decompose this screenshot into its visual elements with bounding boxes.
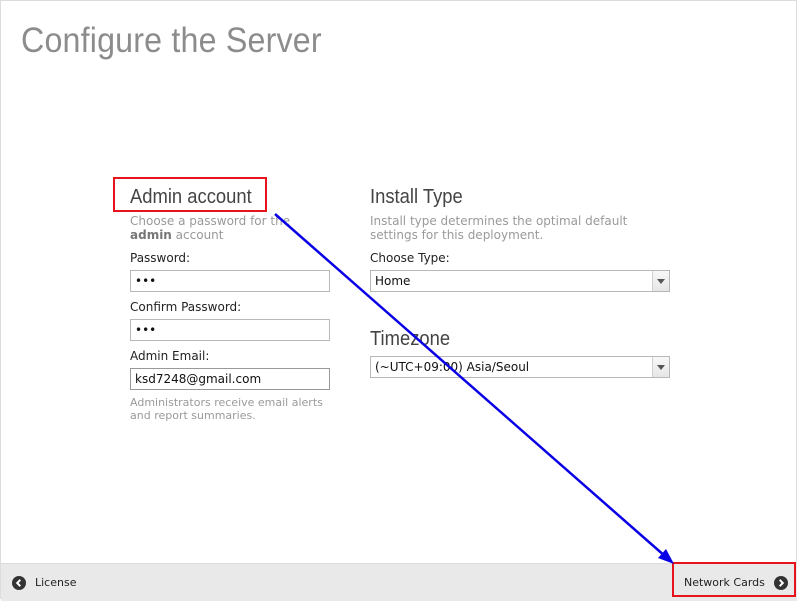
back-button-label: License bbox=[35, 576, 77, 589]
admin-email-field[interactable] bbox=[130, 368, 330, 390]
chevron-down-icon bbox=[652, 271, 669, 291]
install-type-value: Home bbox=[375, 274, 411, 288]
admin-email-hint: Administrators receive email alerts and … bbox=[130, 396, 323, 422]
annotation-box-next-button bbox=[672, 562, 796, 597]
timezone-value: (~UTC+09:00) Asia/Seoul bbox=[375, 360, 530, 374]
admin-desc-bold: admin bbox=[130, 228, 172, 242]
chevron-down-icon bbox=[652, 357, 669, 377]
admin-desc-rest: account bbox=[171, 228, 224, 242]
timezone-select[interactable]: (~UTC+09:00) Asia/Seoul bbox=[370, 356, 670, 378]
install-type-description: Install type determines the optimal defa… bbox=[370, 214, 628, 242]
chevron-left-circle-icon bbox=[12, 575, 26, 590]
admin-desc-text: Choose a password for the bbox=[130, 214, 291, 228]
admin-account-section: Admin account Choose a password for the … bbox=[130, 185, 340, 422]
admin-email-label: Admin Email: bbox=[130, 349, 210, 363]
setup-window: Configure the Server Admin account Choos… bbox=[0, 0, 797, 601]
confirm-password-label: Confirm Password: bbox=[130, 300, 242, 314]
password-label: Password: bbox=[130, 251, 191, 265]
page-title: Configure the Server bbox=[21, 21, 322, 60]
password-field[interactable] bbox=[130, 270, 330, 292]
install-type-section: Install Type Install type determines the… bbox=[370, 185, 675, 378]
back-button[interactable]: License bbox=[12, 564, 76, 601]
install-type-title: Install Type bbox=[370, 186, 463, 208]
annotation-box-admin-account bbox=[113, 177, 267, 212]
timezone-title: Timezone bbox=[370, 328, 451, 350]
choose-type-label: Choose Type: bbox=[370, 251, 450, 265]
admin-account-description: Choose a password for the admin account bbox=[130, 214, 340, 242]
confirm-password-field[interactable] bbox=[130, 319, 330, 341]
install-type-select[interactable]: Home bbox=[370, 270, 670, 292]
